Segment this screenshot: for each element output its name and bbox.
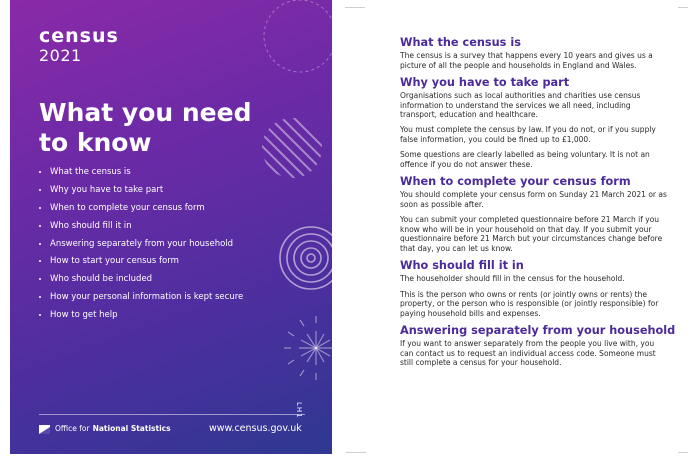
cover-title: What you need to know — [39, 98, 269, 158]
ons-logo: Office for National Statistics — [39, 424, 171, 434]
contents-item: Answering separately from your household — [39, 239, 243, 249]
cover-title-line: What you need — [39, 98, 252, 127]
ons-logo-name: National Statistics — [92, 424, 171, 433]
census-website-url: www.census.gov.uk — [209, 423, 302, 434]
contents-list: What the census is Why you have to take … — [39, 167, 243, 328]
page-edge-mark — [346, 452, 366, 453]
cover-title-line: to know — [39, 128, 152, 157]
contents-item: How to get help — [39, 310, 243, 320]
document-spread: census 2021 What you need to know What t… — [0, 0, 695, 459]
census-logo-year: 2021 — [39, 46, 82, 65]
section-paragraph: The census is a survey that happens ever… — [400, 51, 653, 70]
section-heading: Why you have to take part — [400, 76, 570, 90]
ons-logo-prefix: Office for — [55, 424, 90, 433]
section-paragraph: This is the person who owns or rents (or… — [400, 289, 659, 318]
section-heading: Who should fill it in — [400, 259, 524, 273]
section-heading: When to complete your census form — [400, 175, 631, 189]
contents-item: How your personal information is kept se… — [39, 292, 243, 302]
section-paragraph: You should complete your census form on … — [400, 190, 667, 209]
footer-divider — [39, 414, 305, 415]
content-page: What the census is The census is a surve… — [400, 36, 676, 368]
page-edge-mark — [678, 7, 688, 8]
ons-logo-icon — [39, 424, 50, 434]
dashed-circle-graphic — [263, 0, 332, 73]
section-heading: What the census is — [400, 36, 521, 49]
census-logo: census — [39, 25, 119, 47]
section-heading: Answering separately from your household — [400, 324, 676, 338]
cover-page: census 2021 What you need to know What t… — [10, 0, 332, 454]
section-paragraph: You must complete the census by law. If … — [400, 125, 656, 145]
leaflet-code: LH1 — [295, 402, 303, 419]
page-edge-mark — [345, 7, 365, 8]
section-paragraph: If you want to answer separately from th… — [400, 339, 656, 368]
contents-item: How to start your census form — [39, 256, 243, 266]
sunburst-graphic — [284, 316, 332, 380]
contents-item: Who should fill it in — [39, 221, 243, 231]
section-paragraph: The householder should fill in the censu… — [400, 274, 625, 284]
contents-item: When to complete your census form — [39, 203, 243, 213]
contents-item: Who should be included — [39, 274, 243, 284]
page-edge-mark — [678, 452, 688, 453]
section-paragraph: Some questions are clearly labelled as b… — [400, 150, 650, 169]
concentric-circles-graphic — [279, 226, 332, 290]
contents-item: Why you have to take part — [39, 185, 243, 195]
section-paragraph: Organisations such as local authorities … — [400, 91, 641, 120]
contents-item: What the census is — [39, 167, 243, 177]
section-paragraph: You can submit your completed questionna… — [400, 215, 663, 253]
